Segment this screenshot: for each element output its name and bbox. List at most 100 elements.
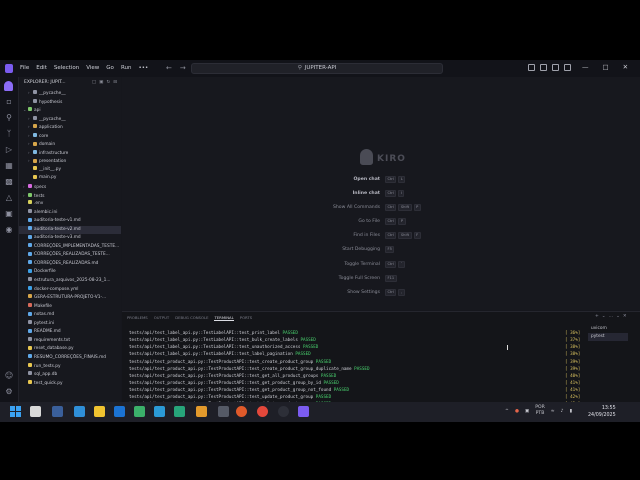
tree-item[interactable]: › infrastructure xyxy=(19,149,121,158)
chrome-icon[interactable] xyxy=(257,406,268,417)
shortcut-row[interactable]: Go to File Ctrl P xyxy=(302,218,462,233)
tree-item[interactable]: main.py xyxy=(19,174,121,183)
settings-gear-icon[interactable]: ⚙ xyxy=(4,387,14,397)
kiro-icon[interactable] xyxy=(4,81,14,91)
shortcut-row[interactable]: Start Debugging F5 xyxy=(302,246,462,261)
testing-icon[interactable]: △ xyxy=(4,193,14,203)
teal-app-icon[interactable] xyxy=(174,406,185,417)
tree-item[interactable]: auditoria-teste-v1.md xyxy=(19,217,121,226)
account-icon[interactable]: ☺ xyxy=(4,371,14,381)
shortcut-row[interactable]: Toggle Full Screen F11 xyxy=(302,274,462,290)
tree-item[interactable]: Dockerfile xyxy=(19,268,121,277)
kiro-taskbar-icon[interactable] xyxy=(298,406,309,417)
shortcut-row[interactable]: Inline chat Ctrl I xyxy=(302,190,462,205)
tree-item[interactable]: CORREÇÕES_REALIZADAS.md xyxy=(19,260,121,269)
maximize-panel-icon[interactable]: ⌄ xyxy=(616,314,620,319)
tree-item[interactable]: pytest.ini xyxy=(19,320,121,329)
tree-item[interactable]: › presentation xyxy=(19,157,121,166)
tree-item[interactable]: docker-compose.yml xyxy=(19,285,121,295)
menu-item[interactable]: Go xyxy=(106,65,114,71)
menu-item[interactable]: Edit xyxy=(36,65,47,71)
tree-item[interactable]: › application xyxy=(19,123,121,132)
tree-item[interactable]: GERA-ESTRUTURA-PROJETO-V1-... xyxy=(19,294,121,303)
new-folder-icon[interactable]: ▣ xyxy=(99,80,103,85)
toggle-primary-sidebar-icon[interactable] xyxy=(528,64,535,71)
tray-app-icon[interactable]: ▣ xyxy=(525,409,529,414)
command-center-search[interactable]: ⚲ JUPITER-API xyxy=(191,63,443,74)
new-file-icon[interactable]: □ xyxy=(92,80,96,85)
search-app-icon[interactable] xyxy=(114,406,125,417)
tab-terminal[interactable]: TERMINAL xyxy=(214,315,234,321)
customize-layout-icon[interactable] xyxy=(564,64,571,71)
minimize-button[interactable]: — xyxy=(582,63,589,71)
menu-item[interactable]: Run xyxy=(121,65,132,71)
wifi-icon[interactable]: ≈ xyxy=(551,409,555,414)
tree-item[interactable]: › tests xyxy=(19,192,121,201)
edge-browser-icon[interactable] xyxy=(74,406,85,417)
tree-item[interactable]: __init__.py xyxy=(19,166,121,175)
tree-item[interactable]: sql_app.db xyxy=(19,371,121,380)
tree-item[interactable]: README.md xyxy=(19,328,121,337)
tree-item[interactable]: › core xyxy=(19,132,121,141)
tree-item[interactable]: › __pycache__ xyxy=(19,115,121,124)
shortcut-row[interactable]: Toggle Terminal Ctrl ` xyxy=(302,260,462,276)
tree-item[interactable]: CORREÇÕES_REALIZADAS_TESTE... xyxy=(19,251,121,260)
menu-item[interactable]: Selection xyxy=(54,65,79,71)
tree-item[interactable]: alembic.ini xyxy=(19,208,121,218)
tree-item[interactable]: notas.md xyxy=(19,311,121,320)
search-view-icon[interactable]: ⚲ xyxy=(4,113,14,123)
tree-item[interactable]: › __pycache__ xyxy=(19,89,121,98)
menu-item[interactable]: ••• xyxy=(138,65,148,71)
tree-item[interactable]: › domain xyxy=(19,140,121,149)
windows-start-icon[interactable] xyxy=(10,406,21,417)
tree-item[interactable]: RESUMO_CORREÇÕES_FINAIS.md xyxy=(19,354,121,363)
more-actions-icon[interactable]: … xyxy=(609,314,614,319)
toggle-panel-icon[interactable] xyxy=(540,64,547,71)
tree-item[interactable]: › hypothesis xyxy=(19,98,121,107)
run-debug-icon[interactable]: ▷ xyxy=(4,145,14,155)
terminal-dropdown-icon[interactable]: ⌄ xyxy=(602,314,606,319)
tree-item[interactable]: .env xyxy=(19,200,121,209)
remote-explorer-icon[interactable]: ▩ xyxy=(4,177,14,187)
tree-item[interactable]: CORREÇÕES_IMPLEMENTADAS_TESTE... xyxy=(19,243,121,252)
close-panel-icon[interactable]: ✕ xyxy=(623,314,627,319)
terminal-instance-uvicorn[interactable]: uvicorn xyxy=(588,325,628,333)
tree-item[interactable]: test_quick.py xyxy=(19,379,121,389)
notification-app-icon[interactable]: ● xyxy=(515,409,519,414)
menu-item[interactable]: View xyxy=(86,65,99,71)
tree-item[interactable]: requirements.txt xyxy=(19,337,121,346)
battery-icon[interactable]: ▮ xyxy=(570,409,573,414)
shortcut-row[interactable]: Find in Files Ctrl Shift F xyxy=(302,232,462,247)
file-explorer-icon[interactable] xyxy=(94,406,105,417)
chevron-up-icon[interactable]: ^ xyxy=(505,409,509,414)
back-arrow-icon[interactable]: ← xyxy=(166,64,172,72)
tree-item[interactable]: auditoria-teste-v3.md xyxy=(19,234,121,243)
explorer-icon[interactable]: ▫ xyxy=(4,97,14,107)
shortcut-row[interactable]: Show All Commands Ctrl Shift P xyxy=(302,204,462,219)
tree-item[interactable]: auditoria-teste-v2.md xyxy=(19,225,121,235)
firefox-icon[interactable] xyxy=(236,406,247,417)
green-app-icon[interactable] xyxy=(134,406,145,417)
collapse-all-icon[interactable]: ⊟ xyxy=(113,80,117,85)
forward-arrow-icon[interactable]: → xyxy=(180,64,186,72)
tab-ports[interactable]: PORTS xyxy=(240,315,252,321)
docker-icon[interactable]: ▣ xyxy=(4,209,14,219)
toggle-secondary-sidebar-icon[interactable] xyxy=(552,64,559,71)
menu-item[interactable]: File xyxy=(20,65,29,71)
tree-item[interactable]: Makefile xyxy=(19,302,121,312)
tree-item[interactable]: ⌄ api xyxy=(19,106,121,115)
language-indicator[interactable]: POR PTB xyxy=(535,405,545,417)
refresh-icon[interactable]: ↻ xyxy=(106,80,110,85)
tree-item[interactable]: run_tests.py xyxy=(19,362,121,372)
tree-item[interactable]: estrutura_arquivos_2025-08-23_1... xyxy=(19,277,121,286)
terminal-instance-pytest[interactable]: pytest xyxy=(588,333,628,341)
close-button[interactable]: ✕ xyxy=(623,63,628,71)
tree-item[interactable]: › specs xyxy=(19,183,121,192)
github-icon[interactable] xyxy=(278,406,289,417)
tab-output[interactable]: OUTPUT xyxy=(154,315,169,321)
source-control-icon[interactable]: ᛉ xyxy=(4,129,14,139)
shortcut-row[interactable]: Open chat Ctrl L xyxy=(302,176,462,191)
database-icon[interactable]: ◉ xyxy=(4,225,14,235)
new-terminal-icon[interactable]: + xyxy=(595,314,599,319)
extensions-icon[interactable]: ▦ xyxy=(4,161,14,171)
